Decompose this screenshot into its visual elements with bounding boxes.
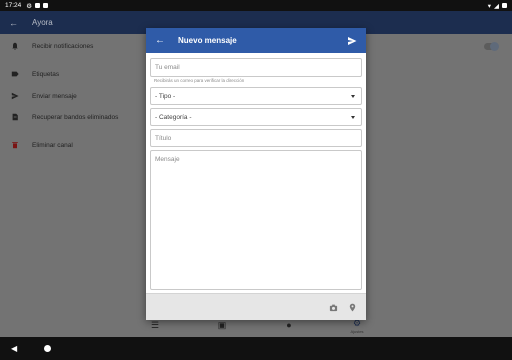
email-placeholder: Tu email <box>155 64 180 71</box>
tipo-value: - Tipo - <box>155 92 176 100</box>
wifi-icon: ▾ <box>487 2 491 10</box>
titulo-field[interactable]: Título <box>150 129 362 147</box>
new-message-dialog: ← Nuevo mensaje Tu email Recibirás un co… <box>146 28 366 320</box>
info-icon[interactable]: ● <box>279 320 299 330</box>
chevron-down-icon <box>351 95 355 98</box>
battery-icon <box>502 3 507 8</box>
email-field[interactable]: Tu email <box>150 58 362 77</box>
settings-item-label: Etiquetas <box>32 70 60 78</box>
system-back-icon[interactable]: ◀ <box>11 344 17 353</box>
settings-item-label: Enviar mensaje <box>32 92 77 100</box>
settings-item-label: Recuperar bandos eliminados <box>32 113 119 121</box>
list-icon[interactable]: ☰ <box>145 320 165 331</box>
system-nav-bar: ◀ <box>0 337 512 360</box>
bell-icon <box>10 42 19 51</box>
restore-icon <box>10 113 19 122</box>
settings-status-icon: ⚙ <box>26 2 33 10</box>
status-bar: 17:24 ⚙ ▾ ◢ <box>0 0 512 11</box>
status-time: 17:24 <box>5 2 22 9</box>
nav-settings[interactable]: ⚙ Ajustes <box>347 318 367 334</box>
settings-item-label: Recibir notificaciones <box>32 42 94 50</box>
dialog-header: ← Nuevo mensaje <box>146 28 366 53</box>
nav-settings-label: Ajustes <box>350 329 364 334</box>
mensaje-field[interactable]: Mensaje <box>150 150 362 290</box>
tipo-select[interactable]: - Tipo - <box>150 87 362 105</box>
back-arrow-icon[interactable]: ← <box>9 18 23 28</box>
dialog-title: Nuevo mensaje <box>178 36 237 45</box>
app-title: Ayora <box>32 18 53 27</box>
system-home-icon[interactable] <box>44 345 51 352</box>
send-icon <box>10 92 19 101</box>
back-arrow-icon[interactable]: ← <box>155 35 171 46</box>
trash-icon <box>10 141 19 150</box>
location-pin-icon[interactable] <box>348 303 357 312</box>
send-icon[interactable] <box>347 36 357 46</box>
dialog-footer <box>146 293 366 320</box>
titulo-placeholder: Título <box>155 134 172 142</box>
signal-icon: ◢ <box>494 2 499 10</box>
email-hint: Recibirás un correo para verificar la di… <box>154 78 245 83</box>
mensaje-placeholder: Mensaje <box>155 156 180 163</box>
label-icon <box>10 70 19 79</box>
categoria-select[interactable]: - Categoría - <box>150 108 362 126</box>
chevron-down-icon <box>351 116 355 119</box>
notifications-toggle[interactable] <box>484 42 499 51</box>
calendar-icon[interactable]: ▣ <box>212 320 232 331</box>
notification-status-icon <box>35 3 41 8</box>
sim-status-icon <box>43 3 49 8</box>
bottom-navigation: ☰ ▣ ● ⚙ Ajustes <box>0 318 512 337</box>
camera-icon[interactable] <box>329 303 338 312</box>
categoria-value: - Categoría - <box>155 113 192 121</box>
settings-item-label: Eliminar canal <box>32 141 73 149</box>
